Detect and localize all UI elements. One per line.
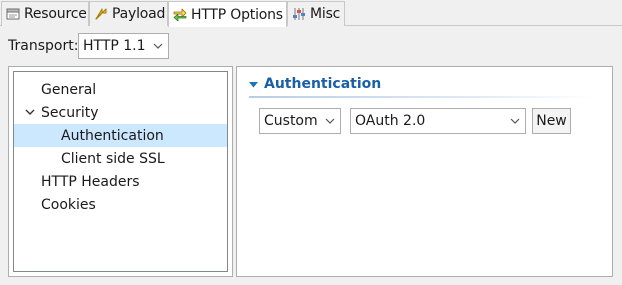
tree-item-label: HTTP Headers [41, 173, 140, 190]
options-nav-panel: General Security Authentication Client s… [8, 66, 233, 277]
tree-item-label: Client side SSL [61, 150, 165, 167]
tree-item-label: Cookies [41, 196, 96, 213]
tree-item-http-headers[interactable]: HTTP Headers [14, 170, 227, 193]
editor-tab-bar: Resource Payload HTTP Options Misc [0, 0, 622, 27]
tab-http-options[interactable]: HTTP Options [168, 1, 287, 27]
new-auth-button-label: New [536, 113, 567, 129]
transport-select[interactable]: HTTP 1.1 [78, 33, 169, 59]
section-title: Authentication [264, 76, 382, 92]
chevron-down-icon[interactable] [25, 107, 35, 117]
misc-icon [292, 7, 306, 21]
auth-method-select[interactable]: OAuth 2.0 [350, 108, 526, 134]
auth-type-select-value: Custom [264, 113, 318, 129]
tree-item-authentication[interactable]: Authentication [14, 124, 227, 147]
tree-item-label: Security [41, 104, 99, 121]
payload-icon [94, 7, 108, 21]
tab-payload-label: Payload [112, 6, 166, 22]
chevron-down-icon [148, 34, 168, 58]
tab-resource-label: Resource [24, 6, 87, 22]
options-detail-panel: Authentication Custom OAuth 2.0 New [236, 66, 613, 277]
resource-icon [6, 7, 20, 21]
chevron-down-icon [505, 109, 525, 133]
tree-item-client-side-ssl[interactable]: Client side SSL [14, 147, 227, 170]
new-auth-button[interactable]: New [532, 108, 571, 134]
transport-label: Transport: [8, 37, 79, 54]
tab-resource[interactable]: Resource [1, 1, 89, 26]
chevron-down-icon [320, 109, 340, 133]
auth-method-select-value: OAuth 2.0 [355, 113, 426, 129]
auth-type-select[interactable]: Custom [259, 108, 341, 134]
options-tree: General Security Authentication Client s… [13, 71, 228, 272]
tab-http-options-label: HTTP Options [191, 6, 283, 23]
tree-item-label: Authentication [61, 127, 164, 144]
tree-item-security[interactable]: Security [14, 101, 227, 124]
section-collapse-icon [249, 76, 258, 92]
tree-item-general[interactable]: General [14, 78, 227, 101]
tab-payload[interactable]: Payload [89, 1, 168, 26]
transport-row: Transport: [8, 33, 81, 58]
tree-item-label: General [41, 81, 97, 98]
http-options-icon [173, 8, 187, 22]
transport-select-value: HTTP 1.1 [83, 38, 146, 54]
authentication-section-toggle[interactable]: Authentication [249, 74, 381, 94]
tree-item-cookies[interactable]: Cookies [14, 193, 227, 216]
section-divider [249, 96, 594, 98]
tab-misc-label: Misc [310, 6, 341, 22]
tab-misc[interactable]: Misc [287, 1, 345, 26]
